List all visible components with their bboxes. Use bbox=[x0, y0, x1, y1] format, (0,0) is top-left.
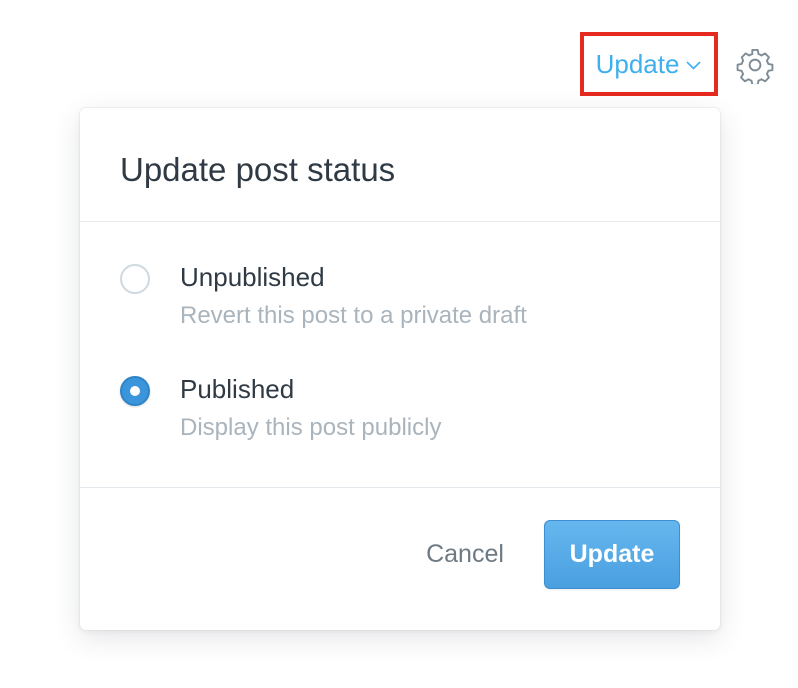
update-trigger-label: Update bbox=[595, 48, 680, 79]
page: Update Update post status Unpublished Re… bbox=[0, 0, 798, 688]
option-description: Revert this post to a private draft bbox=[180, 302, 527, 329]
chevron-down-icon bbox=[685, 57, 702, 74]
option-description: Display this post publicly bbox=[180, 414, 442, 441]
post-status-panel: Update post status Unpublished Revert th… bbox=[80, 108, 720, 630]
published-radio[interactable] bbox=[120, 376, 150, 406]
update-button[interactable]: Update bbox=[544, 520, 680, 589]
panel-footer: Cancel Update bbox=[80, 488, 720, 630]
cancel-button[interactable]: Cancel bbox=[410, 520, 520, 588]
panel-title: Update post status bbox=[120, 150, 396, 188]
option-label: Unpublished bbox=[180, 262, 325, 292]
gear-icon[interactable] bbox=[736, 46, 774, 86]
update-dropdown-trigger[interactable]: Update bbox=[580, 32, 718, 96]
option-published[interactable]: Published Display this post publicly bbox=[120, 374, 680, 454]
unpublished-radio[interactable] bbox=[120, 264, 150, 294]
panel-header: Update post status bbox=[80, 108, 720, 222]
status-options: Unpublished Revert this post to a privat… bbox=[80, 222, 720, 488]
option-label: Published bbox=[180, 374, 295, 404]
option-unpublished[interactable]: Unpublished Revert this post to a privat… bbox=[120, 262, 680, 342]
